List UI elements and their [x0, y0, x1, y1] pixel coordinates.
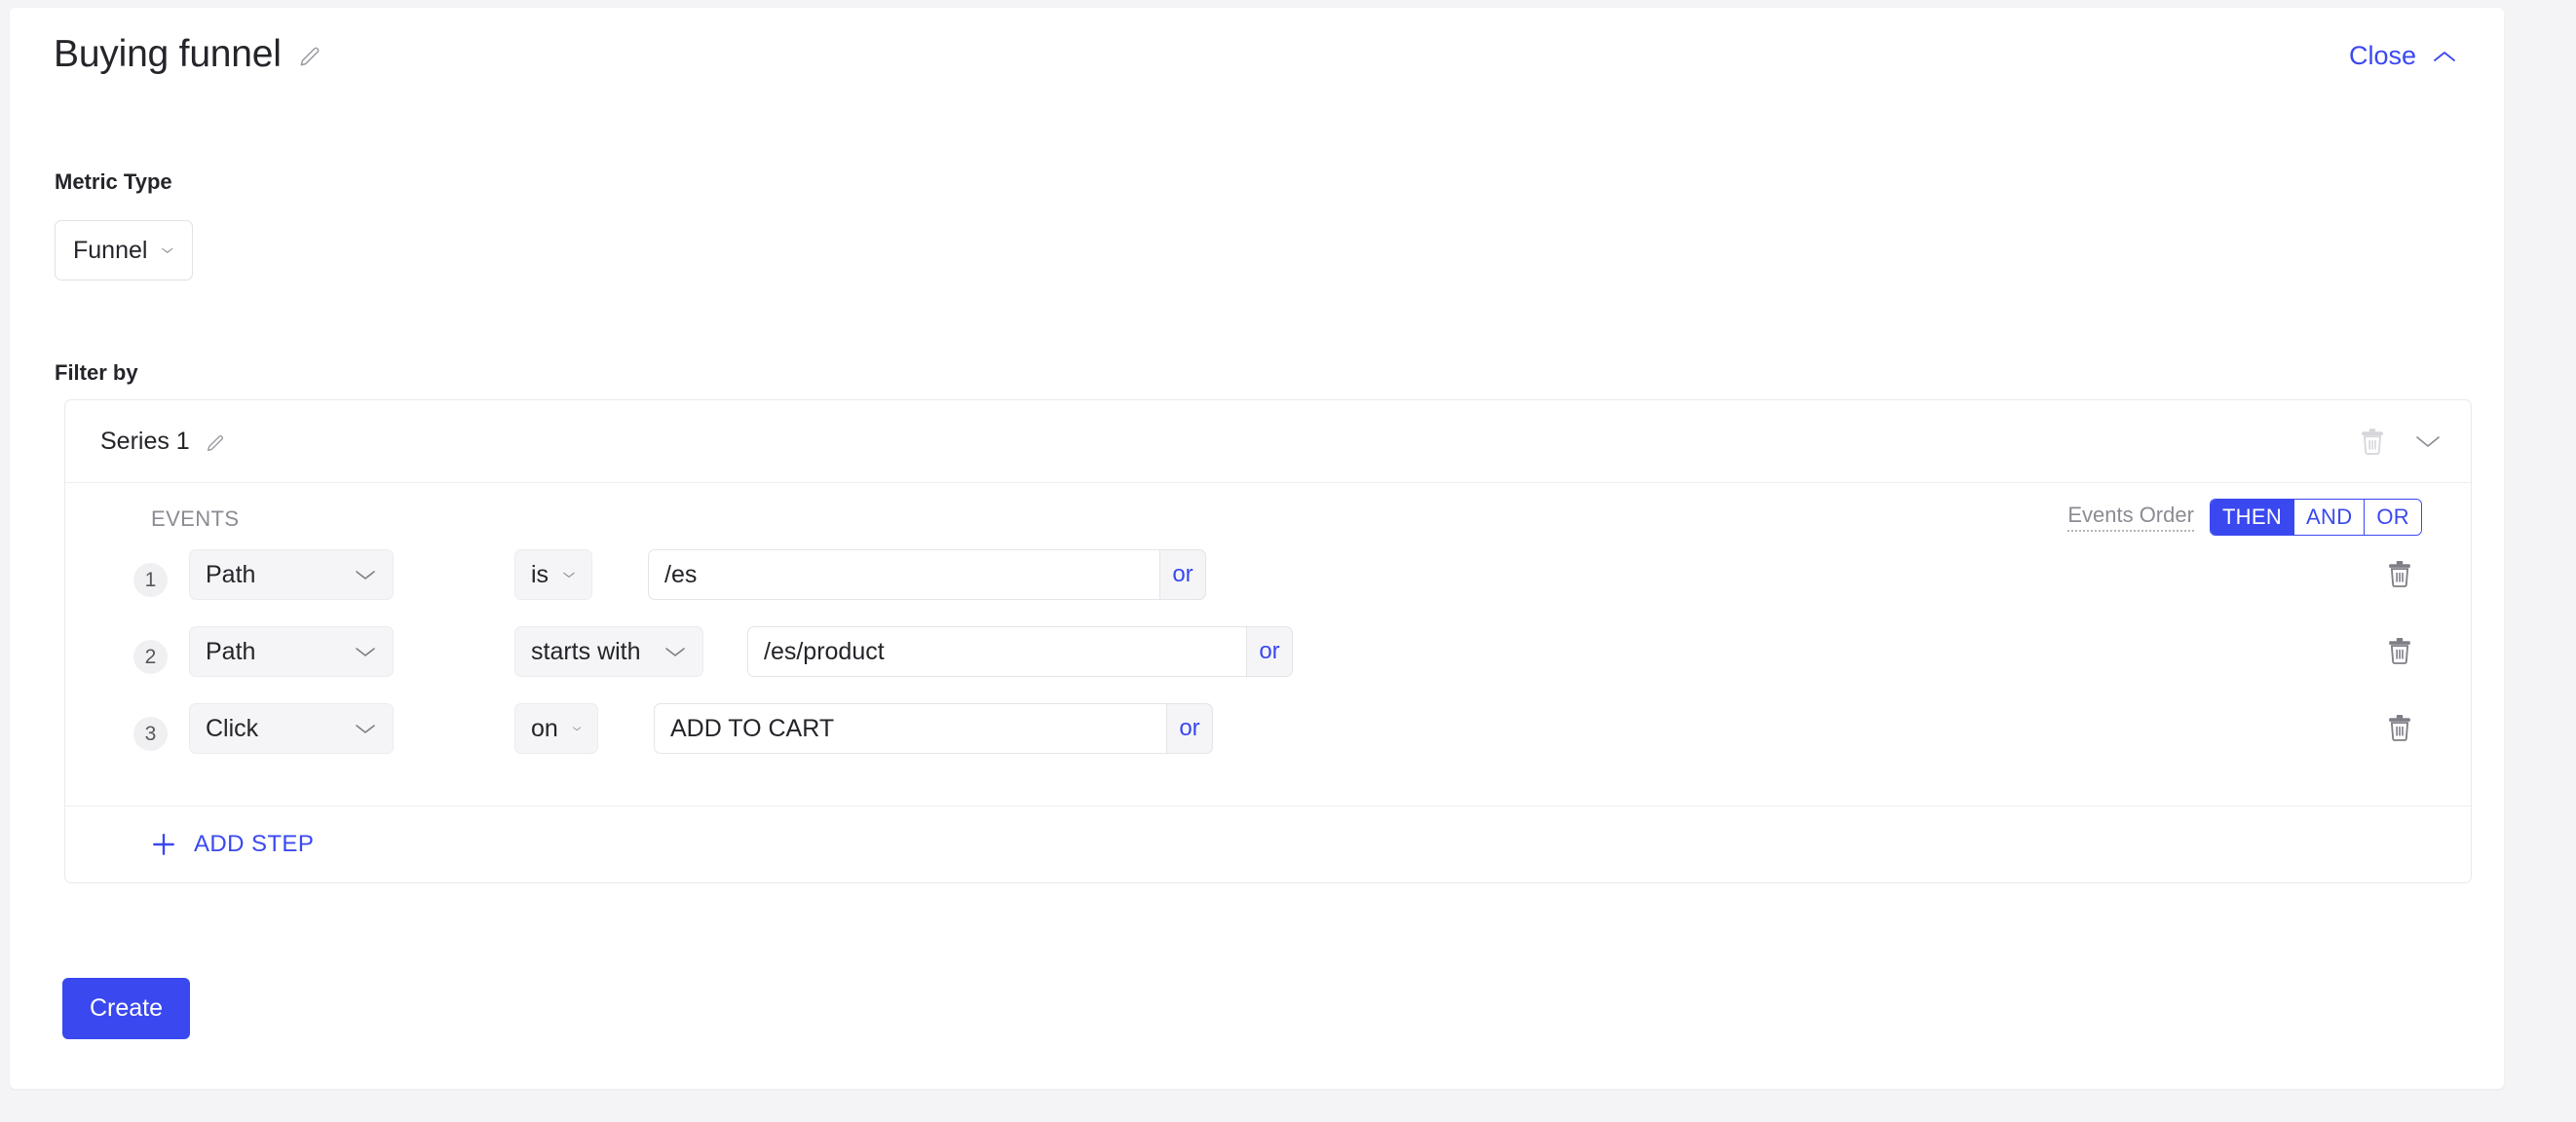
- filter-panel: Series 1 EVENTS Events Order THEN AND OR…: [64, 399, 2472, 883]
- operator-value: starts with: [531, 637, 641, 665]
- metric-type-label: Metric Type: [55, 169, 172, 194]
- events-title: EVENTS: [151, 506, 240, 531]
- or-button[interactable]: or: [1246, 626, 1293, 677]
- page-title: Buying funnel: [54, 33, 282, 75]
- event-type-value: Path: [206, 637, 256, 665]
- events-order-segmented: THEN AND OR: [2209, 499, 2422, 536]
- value-input[interactable]: [747, 626, 1246, 677]
- events-order-option-then[interactable]: THEN: [2210, 500, 2295, 535]
- add-step-label: ADD STEP: [194, 831, 315, 857]
- event-type-select[interactable]: Click: [189, 703, 394, 754]
- add-step-bar: ADD STEP: [65, 806, 2471, 882]
- add-step-button[interactable]: ADD STEP: [151, 831, 314, 858]
- series-header: Series 1: [65, 400, 2471, 483]
- value-input[interactable]: [648, 549, 1159, 600]
- plus-icon: [151, 832, 176, 857]
- series-name: Series 1: [100, 427, 190, 455]
- operator-select[interactable]: is: [514, 549, 592, 600]
- trash-icon[interactable]: [2387, 713, 2412, 742]
- events-bar: EVENTS Events Order THEN AND OR: [65, 483, 2471, 549]
- table-row: 3 Click on or: [65, 703, 2471, 765]
- events-order-group: Events Order THEN AND OR: [2067, 499, 2422, 536]
- metric-type-select[interactable]: Funnel: [55, 220, 193, 280]
- event-type-select[interactable]: Path: [189, 549, 394, 600]
- events-order-option-and[interactable]: AND: [2294, 500, 2366, 535]
- table-row: 1 Path is or: [65, 549, 2471, 611]
- chevron-down-icon: [663, 645, 687, 658]
- events-body: EVENTS Events Order THEN AND OR 1 Path i…: [65, 483, 2471, 806]
- operator-value: is: [531, 560, 549, 588]
- step-badge: 3: [133, 717, 168, 751]
- trash-icon[interactable]: [2387, 559, 2412, 588]
- operator-value: on: [531, 714, 558, 742]
- series-name-group: Series 1: [100, 428, 226, 456]
- metric-type-value: Funnel: [73, 236, 148, 264]
- or-button[interactable]: or: [1159, 549, 1206, 600]
- table-row: 2 Path starts with /es/product or: [65, 626, 2471, 688]
- operator-select[interactable]: starts with: [514, 626, 703, 677]
- step-badge: 1: [133, 563, 168, 597]
- value-group: or: [654, 703, 1213, 754]
- pencil-icon[interactable]: [205, 432, 226, 454]
- series-actions: [2360, 400, 2442, 482]
- filter-by-label: Filter by: [55, 360, 138, 385]
- metric-editor-card: Buying funnel Close Metric Type Funnel F…: [10, 8, 2504, 1089]
- chevron-down-icon[interactable]: [2414, 433, 2442, 449]
- events-order-label[interactable]: Events Order: [2067, 503, 2194, 532]
- event-type-value: Path: [206, 560, 256, 588]
- value-input[interactable]: [654, 703, 1166, 754]
- events-order-option-or[interactable]: OR: [2365, 500, 2421, 535]
- chevron-down-icon: [572, 722, 582, 735]
- step-badge: 2: [133, 640, 168, 674]
- value-group: or: [747, 626, 1293, 677]
- chevron-down-icon: [354, 645, 377, 658]
- trash-icon[interactable]: [2360, 428, 2385, 455]
- operator-select[interactable]: on: [514, 703, 598, 754]
- card-header: Buying funnel Close: [10, 8, 2504, 101]
- event-type-select[interactable]: Path: [189, 626, 394, 677]
- chevron-down-icon: [562, 568, 576, 581]
- or-button[interactable]: or: [1166, 703, 1213, 754]
- chevron-down-icon: [161, 243, 174, 257]
- pencil-icon[interactable]: [297, 44, 322, 69]
- create-button[interactable]: Create: [62, 978, 190, 1039]
- close-label: Close: [2348, 41, 2416, 70]
- trash-icon[interactable]: [2387, 636, 2412, 665]
- app-root: Buying funnel Close Metric Type Funnel F…: [0, 0, 2576, 1122]
- chevron-down-icon: [354, 568, 377, 581]
- value-group: or: [648, 549, 1206, 600]
- chevron-down-icon: [354, 722, 377, 735]
- event-type-value: Click: [206, 714, 259, 742]
- close-button[interactable]: Close: [2349, 43, 2457, 69]
- title-group: Buying funnel: [54, 35, 322, 73]
- chevron-up-icon: [2432, 49, 2457, 64]
